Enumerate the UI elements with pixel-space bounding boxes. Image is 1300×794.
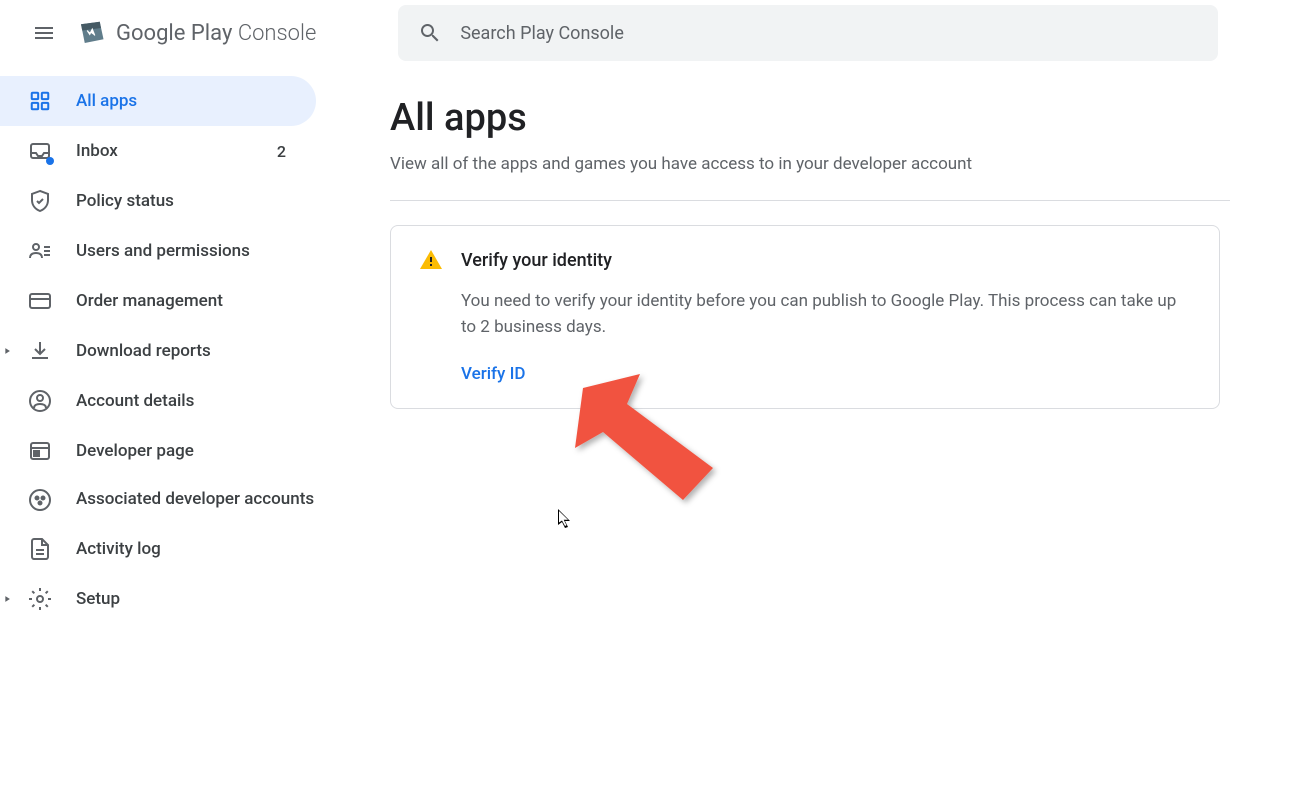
alert-body: You need to verify your identity before … <box>461 289 1191 340</box>
search-bar[interactable] <box>398 5 1218 61</box>
sidebar-item-setup[interactable]: Setup <box>0 574 316 624</box>
sidebar-item-download-reports[interactable]: Download reports <box>0 326 316 376</box>
main-content: All apps View all of the apps and games … <box>320 66 1300 624</box>
sidebar-label: Users and permissions <box>76 241 250 261</box>
gear-icon <box>28 587 52 611</box>
sidebar: All apps Inbox 2 Policy status <box>0 66 320 624</box>
sidebar-item-users-permissions[interactable]: Users and permissions <box>0 226 316 276</box>
caret-right-icon <box>2 594 12 604</box>
users-icon <box>28 239 52 263</box>
divider <box>390 200 1230 201</box>
caret-right-icon <box>2 346 12 356</box>
play-console-logo-icon <box>76 18 106 48</box>
page-title: All apps <box>390 96 1230 140</box>
shield-icon <box>28 189 52 213</box>
sidebar-item-inbox[interactable]: Inbox 2 <box>0 126 316 176</box>
search-icon <box>418 21 442 45</box>
apps-grid-icon <box>28 89 52 113</box>
sidebar-label: Inbox <box>76 141 118 161</box>
alert-title: Verify your identity <box>461 250 1191 271</box>
sidebar-label: Account details <box>76 391 194 411</box>
sidebar-label: Developer page <box>76 441 194 461</box>
sidebar-label: Activity log <box>76 539 161 559</box>
sidebar-item-associated-accounts[interactable]: Associated developer accounts <box>0 476 316 524</box>
logo-container[interactable]: Google Play Console <box>76 18 316 48</box>
sidebar-label: Order management <box>76 291 223 311</box>
hamburger-menu-button[interactable] <box>20 9 68 57</box>
logo-text: Google Play Console <box>116 21 316 46</box>
inbox-icon <box>28 139 52 163</box>
verify-identity-alert: Verify your identity You need to verify … <box>390 225 1220 409</box>
search-input[interactable] <box>460 23 1198 44</box>
hamburger-icon <box>32 21 56 45</box>
verify-id-link[interactable]: Verify ID <box>461 364 526 384</box>
document-icon <box>28 537 52 561</box>
download-icon <box>28 339 52 363</box>
sidebar-item-policy-status[interactable]: Policy status <box>0 176 316 226</box>
warning-icon <box>419 248 443 272</box>
associated-icon <box>28 488 52 512</box>
sidebar-item-activity-log[interactable]: Activity log <box>0 524 316 574</box>
sidebar-item-all-apps[interactable]: All apps <box>0 76 316 126</box>
sidebar-item-developer-page[interactable]: Developer page <box>0 426 316 476</box>
inbox-count-badge: 2 <box>277 142 286 161</box>
notification-dot-icon <box>46 157 54 165</box>
credit-card-icon <box>28 289 52 313</box>
sidebar-label: Policy status <box>76 191 174 211</box>
account-circle-icon <box>28 389 52 413</box>
sidebar-label: Setup <box>76 589 120 609</box>
sidebar-label: Associated developer accounts <box>76 488 314 512</box>
sidebar-item-account-details[interactable]: Account details <box>0 376 316 426</box>
sidebar-label: Download reports <box>76 341 211 361</box>
sidebar-item-order-management[interactable]: Order management <box>0 276 316 326</box>
sidebar-label: All apps <box>76 91 137 111</box>
web-page-icon <box>28 439 52 463</box>
page-subtitle: View all of the apps and games you have … <box>390 154 1230 174</box>
